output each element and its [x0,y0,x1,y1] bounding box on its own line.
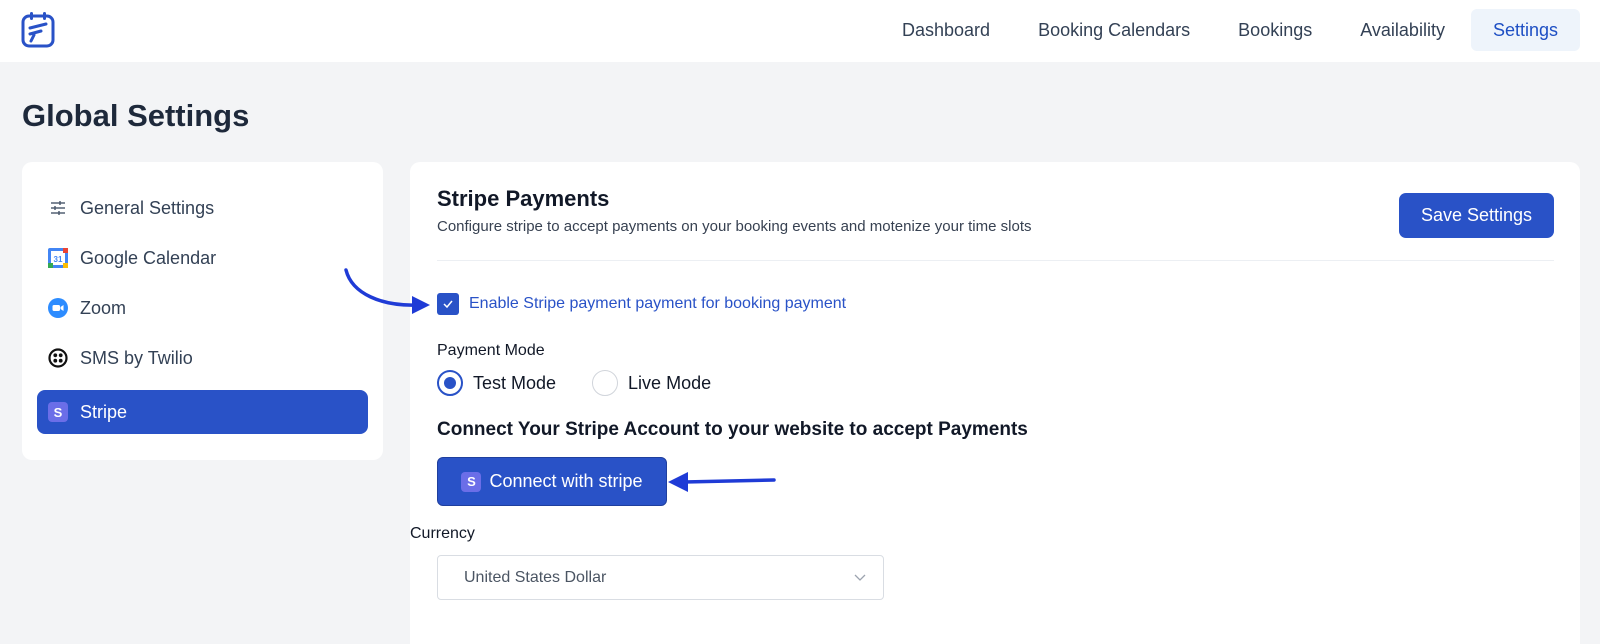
sidebar-item-label: Stripe [80,401,128,422]
currency-value: United States Dollar [464,568,607,586]
panel-title: Stripe Payments [437,186,610,211]
svg-text:31: 31 [54,255,63,264]
test-mode-label[interactable]: Test Mode [473,373,556,394]
enable-stripe-row[interactable]: Enable Stripe payment payment for bookin… [437,293,846,315]
main-nav: Dashboard Booking Calendars Bookings Ava… [876,9,1580,51]
currency-select[interactable]: United States Dollar [437,555,884,600]
sidebar-item-label: Zoom [80,297,127,318]
google-calendar-icon: 31 [48,248,68,268]
sidebar-item-stripe[interactable]: S Stripe [37,390,368,434]
app-logo-icon[interactable] [21,11,57,49]
sidebar-item-general-settings[interactable]: General Settings [37,186,368,230]
divider [437,260,1554,261]
test-mode-radio[interactable] [437,370,463,396]
chevron-down-icon [854,574,866,581]
stripe-icon: S [48,402,68,422]
page-title: Global Settings [22,98,250,133]
zoom-icon [48,298,68,318]
connect-with-stripe-button[interactable]: S Connect with stripe [437,457,667,506]
nav-bookings[interactable]: Bookings [1216,9,1334,51]
sidebar-item-label: General Settings [80,197,215,218]
live-mode-radio[interactable] [592,370,619,396]
nav-availability[interactable]: Availability [1338,9,1467,51]
nav-settings[interactable]: Settings [1470,9,1580,51]
payment-mode-options: Test Mode Live Mode [437,370,747,396]
annotation-arrow-icon [344,268,430,314]
stripe-settings-panel: Stripe Payments Configure stripe to acce… [410,162,1580,644]
save-settings-button[interactable]: Save Settings [1399,193,1554,238]
connect-button-label: Connect with stripe [489,471,643,491]
checkmark-icon [443,300,453,309]
enable-stripe-label: Enable Stripe payment payment for bookin… [469,295,847,312]
currency-label: Currency [410,525,475,542]
sidebar-item-label: Google Calendar [80,247,217,268]
nav-booking-calendars[interactable]: Booking Calendars [1016,9,1212,51]
settings-sidebar: General Settings 31 Google Calendar Zoom [22,162,383,460]
connect-heading: Connect Your Stripe Account to your webs… [437,419,1028,440]
sidebar-item-google-calendar[interactable]: 31 Google Calendar [37,236,368,280]
enable-stripe-checkbox[interactable] [437,293,459,315]
sidebar-item-sms-by-twilio[interactable]: SMS by Twilio [37,336,368,380]
live-mode-label[interactable]: Live Mode [628,373,711,394]
twilio-icon [48,348,68,368]
annotation-arrow-icon [668,472,776,492]
stripe-icon: S [461,471,482,492]
sliders-icon [48,198,68,218]
payment-mode-label: Payment Mode [437,342,545,359]
sidebar-item-zoom[interactable]: Zoom [37,286,368,330]
nav-dashboard[interactable]: Dashboard [880,9,1012,51]
panel-subtitle: Configure stripe to accept payments on y… [437,218,1032,235]
sidebar-item-label: SMS by Twilio [80,347,193,368]
top-navigation-bar: Dashboard Booking Calendars Bookings Ava… [0,0,1600,62]
